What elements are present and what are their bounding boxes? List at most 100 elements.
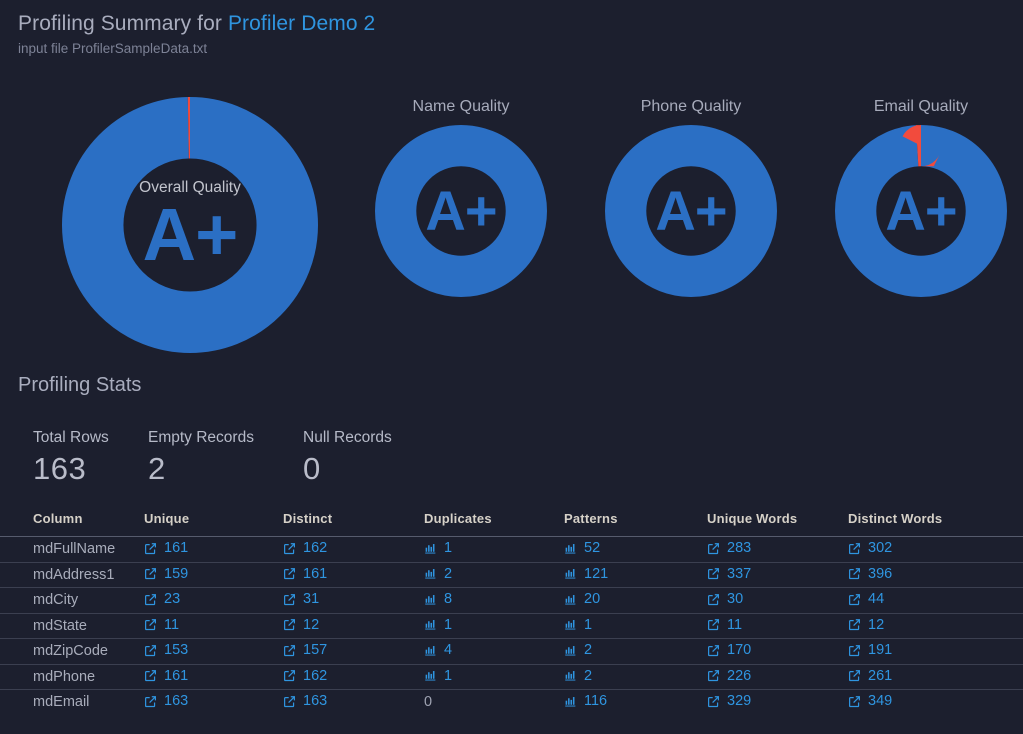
table-cell-distinct-words[interactable]: 349 bbox=[848, 689, 1023, 715]
cell-distinct-words-link[interactable]: 44 bbox=[848, 591, 884, 607]
column-name-label: mdAddress1 bbox=[33, 566, 115, 583]
table-cell-duplicates[interactable]: 2 bbox=[424, 561, 564, 588]
cell-unique-link[interactable]: 161 bbox=[144, 668, 188, 684]
table-cell-unique-words[interactable]: 30 bbox=[707, 587, 848, 613]
cell-distinct-link[interactable]: 162 bbox=[283, 668, 327, 684]
table-cell-patterns[interactable]: 1 bbox=[564, 612, 707, 639]
cell-distinct-link[interactable]: 12 bbox=[283, 617, 319, 633]
table-cell-unique[interactable]: 159 bbox=[144, 561, 283, 588]
table-cell-unique-words[interactable]: 329 bbox=[707, 689, 848, 715]
cell-unique-link[interactable]: 153 bbox=[144, 642, 188, 658]
cell-distinct-link[interactable]: 161 bbox=[283, 566, 327, 582]
cell-distinct-link[interactable]: 162 bbox=[283, 540, 327, 556]
table-cell-duplicates[interactable]: 8 bbox=[424, 587, 564, 613]
table-cell-distinct-words[interactable]: 396 bbox=[848, 561, 1023, 588]
table-cell-distinct-words[interactable]: 12 bbox=[848, 612, 1023, 639]
phone-quality-donut[interactable]: A+ bbox=[605, 125, 777, 297]
cell-duplicates-link[interactable]: 1 bbox=[424, 617, 452, 633]
cell-unique-words-link[interactable]: 337 bbox=[707, 566, 751, 582]
cell-duplicates-link[interactable]: 8 bbox=[424, 591, 452, 607]
table-cell-unique-words[interactable]: 337 bbox=[707, 561, 848, 588]
cell-unique-link[interactable]: 11 bbox=[144, 617, 179, 633]
quality-card-name[interactable]: Name Quality A+ bbox=[370, 95, 552, 297]
cell-distinct-link[interactable]: 157 bbox=[283, 642, 327, 658]
external-link-icon bbox=[283, 644, 296, 657]
cell-distinct-link[interactable]: 163 bbox=[283, 693, 327, 709]
cell-unique-words-link[interactable]: 283 bbox=[707, 540, 751, 556]
table-cell-patterns[interactable]: 20 bbox=[564, 587, 707, 613]
cell-distinct-words-link[interactable]: 12 bbox=[848, 617, 884, 633]
table-cell-distinct-words[interactable]: 261 bbox=[848, 663, 1023, 690]
cell-patterns-link[interactable]: 20 bbox=[564, 591, 600, 607]
cell-distinct-link[interactable]: 31 bbox=[283, 591, 319, 607]
quality-card-email[interactable]: Email Quality A+ bbox=[830, 95, 1012, 297]
table-cell-unique-words[interactable]: 170 bbox=[707, 638, 848, 664]
cell-unique-words-link[interactable]: 329 bbox=[707, 693, 751, 709]
cell-duplicates-link[interactable]: 1 bbox=[424, 540, 452, 556]
table-cell-distinct[interactable]: 31 bbox=[283, 587, 424, 613]
table-cell-distinct-words[interactable]: 302 bbox=[848, 536, 1023, 562]
table-cell-unique[interactable]: 153 bbox=[144, 638, 283, 664]
table-cell-unique[interactable]: 163 bbox=[144, 689, 283, 715]
table-cell-duplicates[interactable]: 1 bbox=[424, 536, 564, 562]
cell-unique-words-link[interactable]: 30 bbox=[707, 591, 743, 607]
table-cell-distinct[interactable]: 162 bbox=[283, 663, 424, 690]
cell-patterns-link[interactable]: 116 bbox=[564, 693, 607, 709]
cell-patterns-link[interactable]: 1 bbox=[564, 617, 592, 633]
table-cell-unique[interactable]: 161 bbox=[144, 663, 283, 690]
bar-chart-icon bbox=[564, 542, 577, 555]
table-cell-distinct-words[interactable]: 191 bbox=[848, 638, 1023, 664]
cell-duplicates-link[interactable]: 4 bbox=[424, 642, 452, 658]
cell-distinct-words-link[interactable]: 191 bbox=[848, 642, 892, 658]
table-cell-patterns[interactable]: 116 bbox=[564, 689, 707, 715]
table-cell-distinct[interactable]: 163 bbox=[283, 689, 424, 715]
quality-card-phone[interactable]: Phone Quality A+ bbox=[600, 95, 782, 297]
cell-unique-link[interactable]: 159 bbox=[144, 566, 188, 582]
cell-unique-words-link[interactable]: 226 bbox=[707, 668, 751, 684]
bar-chart-icon bbox=[424, 542, 437, 555]
email-quality-donut[interactable]: A+ bbox=[835, 125, 1007, 297]
cell-distinct-words-link[interactable]: 261 bbox=[848, 668, 892, 684]
cell-distinct-words-link[interactable]: 349 bbox=[848, 693, 892, 709]
cell-unique-words-link[interactable]: 11 bbox=[707, 617, 742, 633]
external-link-icon bbox=[707, 695, 720, 708]
table-cell-patterns[interactable]: 2 bbox=[564, 638, 707, 664]
cell-patterns-link[interactable]: 2 bbox=[564, 668, 592, 684]
table-cell-unique[interactable]: 23 bbox=[144, 587, 283, 613]
table-cell-patterns[interactable]: 2 bbox=[564, 663, 707, 690]
cell-duplicates-link[interactable]: 2 bbox=[424, 566, 452, 582]
table-cell-distinct-words[interactable]: 44 bbox=[848, 587, 1023, 613]
cell-patterns-link[interactable]: 2 bbox=[564, 642, 592, 658]
table-cell-duplicates[interactable]: 1 bbox=[424, 663, 564, 690]
table-cell-duplicates[interactable]: 1 bbox=[424, 612, 564, 639]
name-quality-donut[interactable]: A+ bbox=[375, 125, 547, 297]
table-cell-distinct[interactable]: 157 bbox=[283, 638, 424, 664]
table-cell-unique-words[interactable]: 11 bbox=[707, 612, 848, 639]
cell-patterns-link[interactable]: 121 bbox=[564, 566, 608, 582]
overall-quality-donut[interactable]: Overall Quality A+ bbox=[62, 97, 318, 353]
cell-patterns-link[interactable]: 52 bbox=[564, 540, 600, 556]
table-cell-unique[interactable]: 11 bbox=[144, 612, 283, 639]
table-cell-unique[interactable]: 161 bbox=[144, 536, 283, 562]
table-cell-distinct[interactable]: 161 bbox=[283, 561, 424, 588]
table-cell-unique-words[interactable]: 226 bbox=[707, 663, 848, 690]
table-cell-patterns[interactable]: 52 bbox=[564, 536, 707, 562]
cell-duplicates-link[interactable]: 1 bbox=[424, 668, 452, 684]
cell-unique-link[interactable]: 163 bbox=[144, 693, 188, 709]
cell-distinct-words-link[interactable]: 302 bbox=[848, 540, 892, 556]
table-header-distinct-words: Distinct Words bbox=[848, 511, 943, 526]
cell-duplicates-value: 1 bbox=[444, 616, 453, 633]
table-cell-patterns[interactable]: 121 bbox=[564, 561, 707, 588]
cell-unique-words-link[interactable]: 170 bbox=[707, 642, 751, 658]
table-cell-distinct[interactable]: 12 bbox=[283, 612, 424, 639]
phone-quality-donut-svg bbox=[605, 125, 777, 297]
table-cell-unique-words[interactable]: 283 bbox=[707, 536, 848, 562]
cell-distinct-words-link[interactable]: 396 bbox=[848, 566, 892, 582]
quality-card-overall[interactable]: Overall Quality A+ bbox=[56, 67, 324, 353]
cell-unique-words-value: 283 bbox=[727, 540, 752, 556]
cell-unique-link[interactable]: 161 bbox=[144, 540, 188, 556]
cell-unique-link[interactable]: 23 bbox=[144, 591, 180, 607]
table-cell-duplicates[interactable]: 4 bbox=[424, 638, 564, 664]
table-cell-distinct[interactable]: 162 bbox=[283, 536, 424, 562]
cell-distinct-value: 157 bbox=[303, 642, 328, 658]
